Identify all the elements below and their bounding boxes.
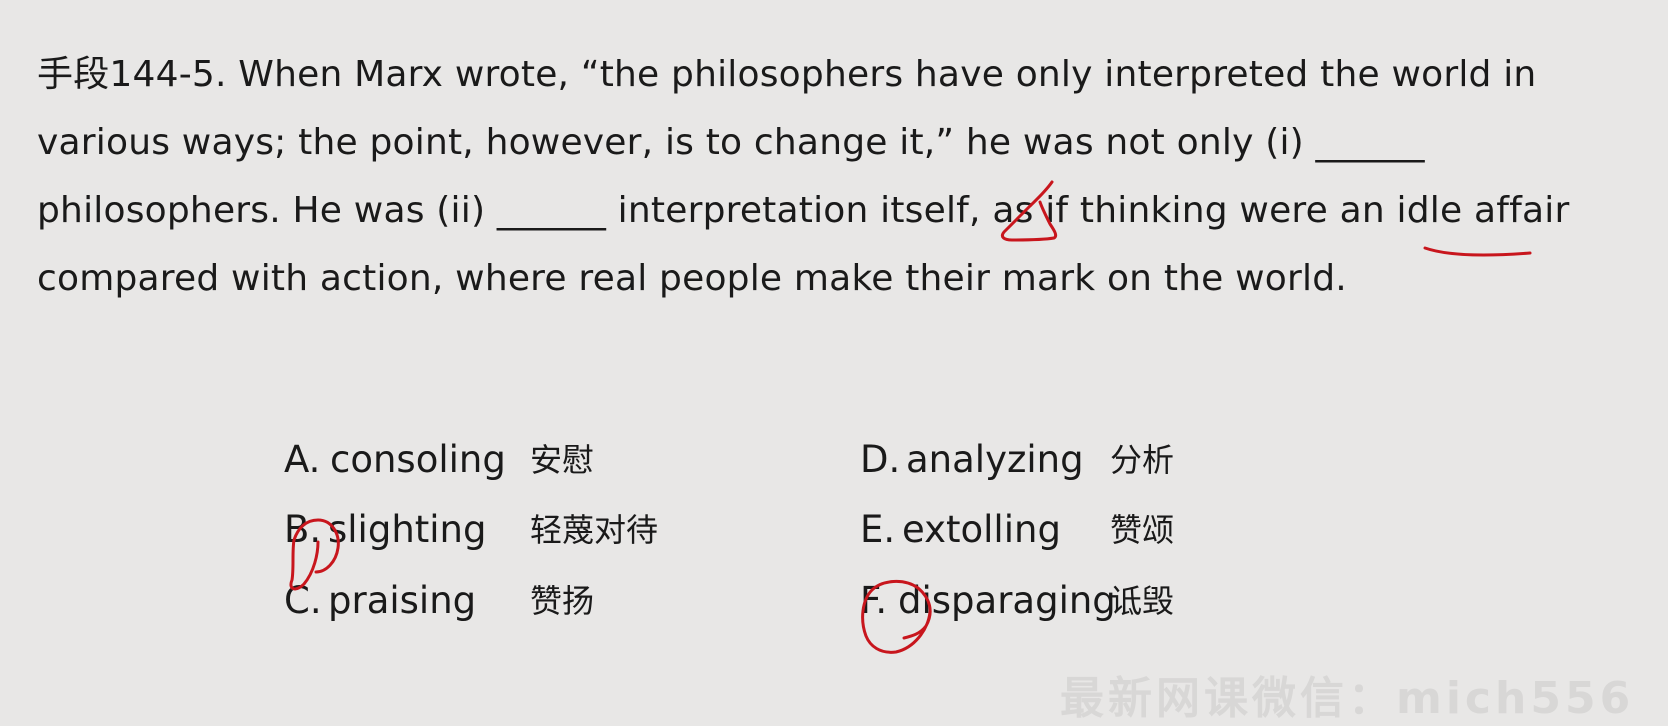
option-word: disparaging (898, 579, 1116, 622)
option-word: consoling (330, 438, 506, 481)
slide: 手段144-5. When Marx wrote, “the philosoph… (0, 0, 1668, 724)
option-letter: A. (284, 438, 321, 481)
option-translation: 轻蔑对待 (530, 511, 659, 549)
option-translation: 安慰 (530, 441, 595, 479)
option-translation: 分析 (1110, 441, 1175, 479)
option-word: extolling (902, 508, 1061, 551)
option-letter: D. (860, 438, 901, 481)
option-letter: B. (284, 508, 322, 551)
option-word: analyzing (906, 438, 1084, 481)
handwritten-annotations (289, 180, 1532, 654)
option-letter: F. (860, 579, 888, 622)
option-letter: C. (284, 579, 322, 622)
option-translation: 赞扬 (530, 582, 595, 620)
option-word: praising (328, 579, 477, 622)
underline-mark (1423, 246, 1532, 257)
option-translation: 赞颂 (1110, 511, 1175, 549)
option-translation: 诋毁 (1110, 582, 1175, 620)
question-line-2: various ways; the point, however, is to … (37, 122, 1425, 163)
question-line-1: 手段144-5. When Marx wrote, “the philosoph… (37, 54, 1537, 95)
option-letter: E. (860, 508, 896, 551)
question-line-4: compared with action, where real people … (37, 258, 1347, 299)
option-word: slighting (328, 508, 487, 551)
watermark: 最新网课微信：mich556 (1060, 673, 1635, 724)
question-line-3: philosophers. He was (ii) ______ interpr… (37, 190, 1570, 231)
